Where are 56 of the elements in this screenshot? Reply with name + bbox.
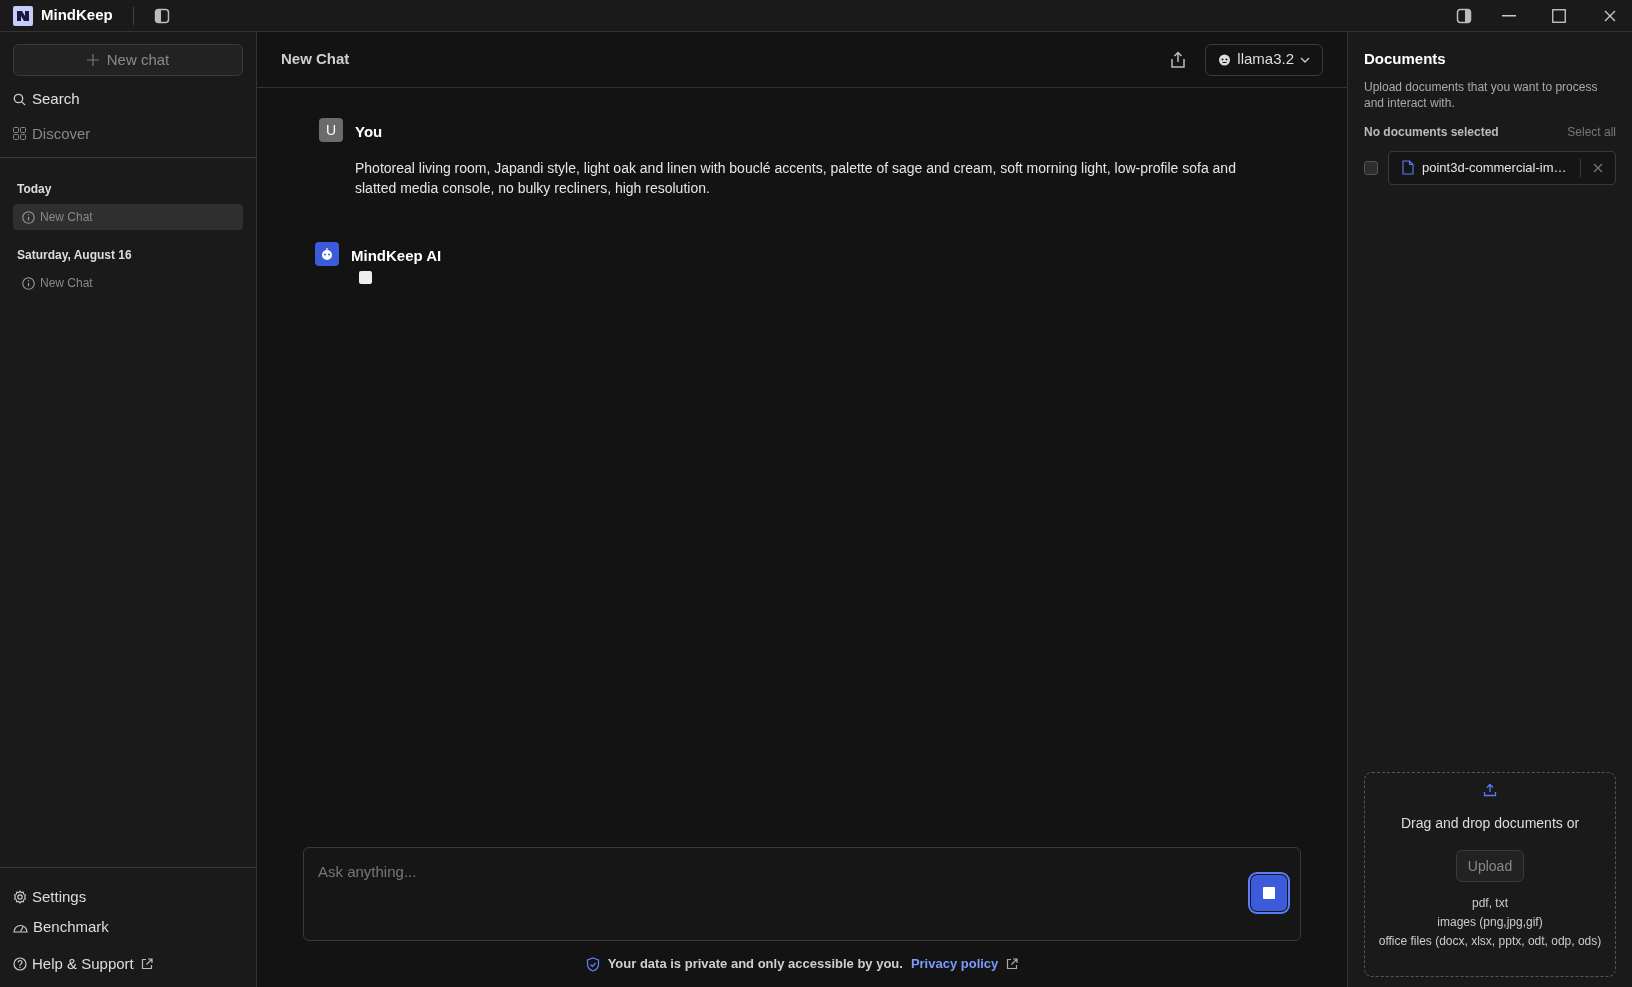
date-heading: Today: [16, 181, 53, 198]
dropzone-text: Drag and drop documents or: [1400, 814, 1580, 833]
message-author: You: [355, 122, 384, 142]
chevron-down-icon: [1300, 56, 1310, 63]
shield-check-icon: [585, 956, 600, 972]
gear-icon: [13, 889, 27, 904]
new-chat-button[interactable]: New chat: [13, 44, 243, 76]
upload-icon: [1483, 783, 1497, 797]
maximize-icon[interactable]: [1552, 8, 1566, 23]
message-author: MindKeep AI: [351, 245, 442, 266]
panel-title: Documents: [1364, 49, 1447, 69]
info-icon: [22, 210, 35, 224]
external-link-icon: [1006, 958, 1019, 970]
privacy-policy-link[interactable]: Privacy policy: [910, 954, 999, 974]
sidebar-toggle-icon[interactable]: [153, 7, 170, 24]
chat-title: New Chat: [281, 49, 350, 70]
selection-status: No documents selected: [1364, 123, 1499, 141]
file-icon: [1402, 160, 1414, 175]
help-icon: [13, 956, 27, 971]
share-icon[interactable]: [1169, 50, 1188, 69]
stop-icon: [1263, 887, 1275, 899]
info-icon: [22, 276, 35, 290]
model-selector[interactable]: llama3.2: [1205, 43, 1323, 76]
minimize-icon[interactable]: [1502, 14, 1516, 17]
external-link-icon: [140, 957, 153, 970]
panel-toggle-icon[interactable]: [1456, 7, 1472, 24]
stop-button[interactable]: [1251, 875, 1287, 911]
chat-list-item[interactable]: New Chat: [13, 204, 243, 230]
file-types: pdf, txt: [1472, 895, 1508, 912]
search-button[interactable]: Search: [13, 88, 243, 111]
message-text: Photoreal living room, Japandi style, light oak and linen with bouclé accents, palette of sage and cream, soft morning light, low-profile sofa and slatted media console, no bulky recliners, high resolution.: [355, 158, 1237, 198]
close-icon[interactable]: [1604, 9, 1616, 22]
chat-list-item[interactable]: New Chat: [13, 270, 243, 296]
file-types: images (png,jpg,gif): [1437, 914, 1543, 931]
dropzone[interactable]: Drag and drop documents or Upload pdf, txt images (png,jpg,gif) office files (docx, xlsx, pptx, odt, odp, ods): [1364, 772, 1616, 977]
app-name: MindKeep: [41, 5, 113, 26]
help-button[interactable]: Help & Support: [13, 952, 243, 975]
checkbox[interactable]: [1364, 160, 1378, 175]
date-heading: Saturday, August 16: [16, 247, 133, 264]
file-types: office files (docx, xlsx, pptx, odt, odp, ods): [1378, 933, 1602, 950]
settings-button[interactable]: Settings: [13, 885, 243, 908]
file-chip[interactable]: point3d-commercial-im…: [1388, 150, 1616, 185]
privacy-note: Your data is private and only accessible by you.: [607, 955, 903, 974]
upload-button[interactable]: Upload: [1455, 850, 1525, 882]
plus-icon: [86, 54, 99, 66]
grid-icon: [13, 127, 26, 141]
file-name: point3d-commercial-im…: [1422, 158, 1567, 177]
select-all-button[interactable]: Select all: [1567, 122, 1616, 141]
panel-description: Upload documents that you want to process and interact with.: [1364, 78, 1599, 111]
message-input[interactable]: Ask anything...: [303, 847, 1301, 941]
robot-icon: [1218, 53, 1232, 66]
logo-icon: [13, 5, 33, 26]
search-icon: [13, 92, 26, 106]
benchmark-button[interactable]: Benchmark: [13, 916, 243, 939]
user-avatar: U: [319, 118, 343, 142]
robot-icon: [320, 246, 334, 261]
